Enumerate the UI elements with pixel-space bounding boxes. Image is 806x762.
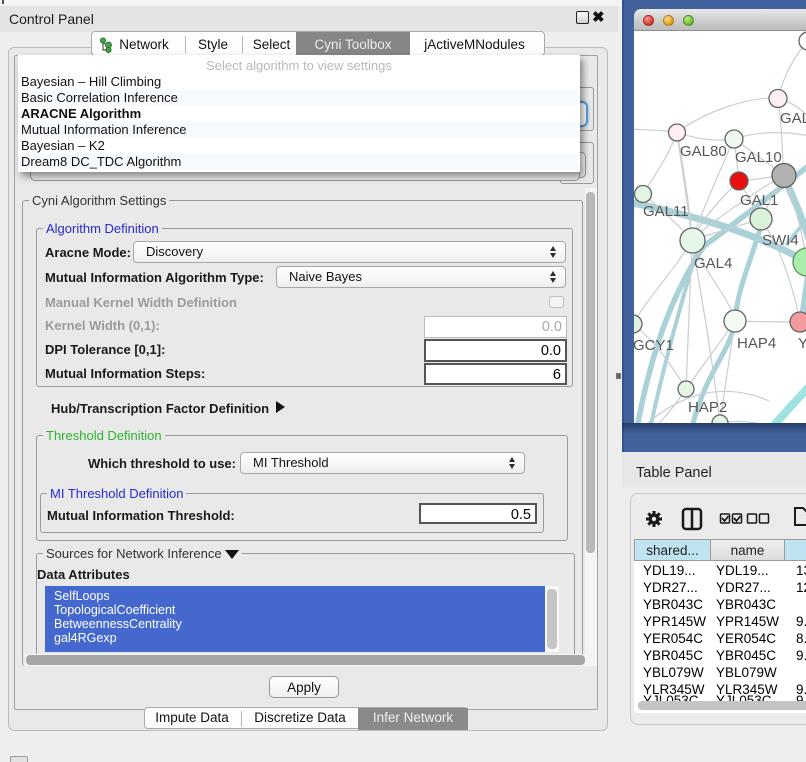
svg-text:HAP2: HAP2	[688, 399, 727, 416]
svg-text:SWI4: SWI4	[762, 232, 799, 249]
svg-text:GAL1: GAL1	[740, 192, 778, 209]
svg-text:GCY1: GCY1	[634, 337, 674, 354]
svg-text:Y: Y	[798, 335, 806, 352]
svg-text:GAL10: GAL10	[735, 149, 782, 166]
svg-text:GAL80: GAL80	[680, 143, 727, 160]
svg-text:HAP4: HAP4	[737, 335, 776, 352]
svg-text:GAL4: GAL4	[694, 255, 732, 272]
svg-text:GAL7: GAL7	[780, 110, 806, 127]
svg-text:GAL11: GAL11	[643, 203, 689, 220]
